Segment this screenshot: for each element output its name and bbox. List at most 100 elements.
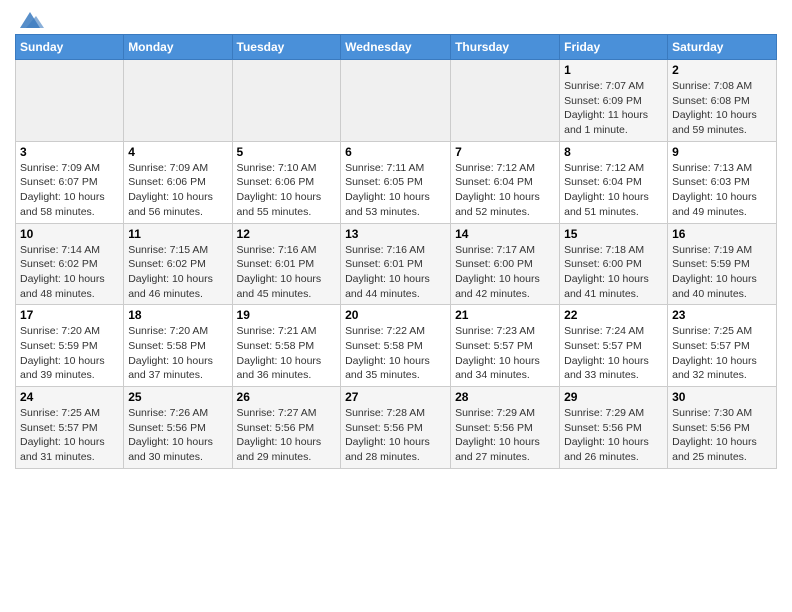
day-info: Sunrise: 7:16 AM Sunset: 6:01 PM Dayligh… xyxy=(237,243,337,302)
week-row-3: 10 Sunrise: 7:14 AM Sunset: 6:02 PM Dayli… xyxy=(16,223,777,305)
logo-icon xyxy=(16,10,44,32)
calendar-cell: 28 Sunrise: 7:29 AM Sunset: 5:56 PM Dayli… xyxy=(451,387,560,469)
day-info: Sunrise: 7:12 AM Sunset: 6:04 PM Dayligh… xyxy=(564,161,663,220)
calendar-cell: 9 Sunrise: 7:13 AM Sunset: 6:03 PM Daylig… xyxy=(668,141,777,223)
calendar-cell: 13 Sunrise: 7:16 AM Sunset: 6:01 PM Dayli… xyxy=(341,223,451,305)
day-info: Sunrise: 7:27 AM Sunset: 5:56 PM Dayligh… xyxy=(237,406,337,465)
day-number: 3 xyxy=(20,145,119,159)
day-number: 5 xyxy=(237,145,337,159)
calendar-cell: 2 Sunrise: 7:08 AM Sunset: 6:08 PM Daylig… xyxy=(668,60,777,142)
day-info: Sunrise: 7:14 AM Sunset: 6:02 PM Dayligh… xyxy=(20,243,119,302)
day-number: 25 xyxy=(128,390,227,404)
day-info: Sunrise: 7:15 AM Sunset: 6:02 PM Dayligh… xyxy=(128,243,227,302)
day-number: 4 xyxy=(128,145,227,159)
day-number: 16 xyxy=(672,227,772,241)
calendar-cell: 30Sunrise: 7:30 AM Sunset: 5:56 PM Dayli… xyxy=(668,387,777,469)
day-number: 8 xyxy=(564,145,663,159)
day-number: 2 xyxy=(672,63,772,77)
calendar-cell: 24 Sunrise: 7:25 AM Sunset: 5:57 PM Dayli… xyxy=(16,387,124,469)
calendar-cell: 27Sunrise: 7:28 AM Sunset: 5:56 PM Dayli… xyxy=(341,387,451,469)
day-info: Sunrise: 7:29 AM Sunset: 5:56 PM Dayligh… xyxy=(455,406,555,465)
calendar-cell: 6Sunrise: 7:11 AM Sunset: 6:05 PM Daylig… xyxy=(341,141,451,223)
week-row-4: 17Sunrise: 7:20 AM Sunset: 5:59 PM Dayli… xyxy=(16,305,777,387)
calendar-cell: 14 Sunrise: 7:17 AM Sunset: 6:00 PM Dayli… xyxy=(451,223,560,305)
day-info: Sunrise: 7:16 AM Sunset: 6:01 PM Dayligh… xyxy=(345,243,446,302)
day-info: Sunrise: 7:21 AM Sunset: 5:58 PM Dayligh… xyxy=(237,324,337,383)
weekday-header-monday: Monday xyxy=(124,35,232,60)
calendar-cell: 3 Sunrise: 7:09 AM Sunset: 6:07 PM Daylig… xyxy=(16,141,124,223)
day-number: 28 xyxy=(455,390,555,404)
day-info: Sunrise: 7:19 AM Sunset: 5:59 PM Dayligh… xyxy=(672,243,772,302)
calendar-cell: 12 Sunrise: 7:16 AM Sunset: 6:01 PM Dayli… xyxy=(232,223,341,305)
day-info: Sunrise: 7:08 AM Sunset: 6:08 PM Dayligh… xyxy=(672,79,772,138)
day-number: 23 xyxy=(672,308,772,322)
weekday-header-thursday: Thursday xyxy=(451,35,560,60)
day-number: 20 xyxy=(345,308,446,322)
day-info: Sunrise: 7:28 AM Sunset: 5:56 PM Dayligh… xyxy=(345,406,446,465)
calendar-cell: 21 Sunrise: 7:23 AM Sunset: 5:57 PM Dayli… xyxy=(451,305,560,387)
day-info: Sunrise: 7:17 AM Sunset: 6:00 PM Dayligh… xyxy=(455,243,555,302)
day-info: Sunrise: 7:23 AM Sunset: 5:57 PM Dayligh… xyxy=(455,324,555,383)
day-info: Sunrise: 7:29 AM Sunset: 5:56 PM Dayligh… xyxy=(564,406,663,465)
day-info: Sunrise: 7:22 AM Sunset: 5:58 PM Dayligh… xyxy=(345,324,446,383)
day-number: 12 xyxy=(237,227,337,241)
calendar-cell: 17Sunrise: 7:20 AM Sunset: 5:59 PM Dayli… xyxy=(16,305,124,387)
day-number: 10 xyxy=(20,227,119,241)
calendar-cell: 25Sunrise: 7:26 AM Sunset: 5:56 PM Dayli… xyxy=(124,387,232,469)
calendar-cell: 11Sunrise: 7:15 AM Sunset: 6:02 PM Dayli… xyxy=(124,223,232,305)
logo xyxy=(15,10,44,26)
calendar-cell xyxy=(124,60,232,142)
calendar-cell: 10 Sunrise: 7:14 AM Sunset: 6:02 PM Dayli… xyxy=(16,223,124,305)
calendar-cell: 23Sunrise: 7:25 AM Sunset: 5:57 PM Dayli… xyxy=(668,305,777,387)
weekday-header-friday: Friday xyxy=(560,35,668,60)
calendar-cell xyxy=(451,60,560,142)
calendar-cell xyxy=(341,60,451,142)
day-info: Sunrise: 7:18 AM Sunset: 6:00 PM Dayligh… xyxy=(564,243,663,302)
header xyxy=(15,10,777,26)
day-number: 29 xyxy=(564,390,663,404)
day-info: Sunrise: 7:12 AM Sunset: 6:04 PM Dayligh… xyxy=(455,161,555,220)
day-info: Sunrise: 7:09 AM Sunset: 6:06 PM Dayligh… xyxy=(128,161,227,220)
calendar-cell: 29 Sunrise: 7:29 AM Sunset: 5:56 PM Dayli… xyxy=(560,387,668,469)
calendar-cell: 26 Sunrise: 7:27 AM Sunset: 5:56 PM Dayli… xyxy=(232,387,341,469)
calendar-cell: 18 Sunrise: 7:20 AM Sunset: 5:58 PM Dayli… xyxy=(124,305,232,387)
day-number: 7 xyxy=(455,145,555,159)
day-info: Sunrise: 7:30 AM Sunset: 5:56 PM Dayligh… xyxy=(672,406,772,465)
main-container: SundayMondayTuesdayWednesdayThursdayFrid… xyxy=(0,0,792,479)
day-number: 9 xyxy=(672,145,772,159)
day-info: Sunrise: 7:13 AM Sunset: 6:03 PM Dayligh… xyxy=(672,161,772,220)
calendar-cell: 5 Sunrise: 7:10 AM Sunset: 6:06 PM Daylig… xyxy=(232,141,341,223)
day-info: Sunrise: 7:20 AM Sunset: 5:58 PM Dayligh… xyxy=(128,324,227,383)
calendar-cell xyxy=(16,60,124,142)
day-info: Sunrise: 7:10 AM Sunset: 6:06 PM Dayligh… xyxy=(237,161,337,220)
day-number: 19 xyxy=(237,308,337,322)
day-number: 15 xyxy=(564,227,663,241)
weekday-header-saturday: Saturday xyxy=(668,35,777,60)
day-info: Sunrise: 7:09 AM Sunset: 6:07 PM Dayligh… xyxy=(20,161,119,220)
day-number: 14 xyxy=(455,227,555,241)
day-info: Sunrise: 7:25 AM Sunset: 5:57 PM Dayligh… xyxy=(20,406,119,465)
day-number: 17 xyxy=(20,308,119,322)
calendar-cell: 7 Sunrise: 7:12 AM Sunset: 6:04 PM Daylig… xyxy=(451,141,560,223)
weekday-header-sunday: Sunday xyxy=(16,35,124,60)
day-number: 26 xyxy=(237,390,337,404)
calendar-cell: 1 Sunrise: 7:07 AM Sunset: 6:09 PM Daylig… xyxy=(560,60,668,142)
weekday-header-wednesday: Wednesday xyxy=(341,35,451,60)
calendar-cell: 16 Sunrise: 7:19 AM Sunset: 5:59 PM Dayli… xyxy=(668,223,777,305)
calendar-table: SundayMondayTuesdayWednesdayThursdayFrid… xyxy=(15,34,777,469)
day-number: 21 xyxy=(455,308,555,322)
calendar-cell: 15 Sunrise: 7:18 AM Sunset: 6:00 PM Dayli… xyxy=(560,223,668,305)
day-number: 18 xyxy=(128,308,227,322)
calendar-cell: 20 Sunrise: 7:22 AM Sunset: 5:58 PM Dayli… xyxy=(341,305,451,387)
weekday-header-row: SundayMondayTuesdayWednesdayThursdayFrid… xyxy=(16,35,777,60)
day-number: 24 xyxy=(20,390,119,404)
day-info: Sunrise: 7:24 AM Sunset: 5:57 PM Dayligh… xyxy=(564,324,663,383)
day-number: 6 xyxy=(345,145,446,159)
day-info: Sunrise: 7:07 AM Sunset: 6:09 PM Dayligh… xyxy=(564,79,663,138)
calendar-cell: 8 Sunrise: 7:12 AM Sunset: 6:04 PM Daylig… xyxy=(560,141,668,223)
day-number: 1 xyxy=(564,63,663,77)
day-number: 13 xyxy=(345,227,446,241)
week-row-2: 3 Sunrise: 7:09 AM Sunset: 6:07 PM Daylig… xyxy=(16,141,777,223)
calendar-cell: 4 Sunrise: 7:09 AM Sunset: 6:06 PM Daylig… xyxy=(124,141,232,223)
calendar-cell xyxy=(232,60,341,142)
